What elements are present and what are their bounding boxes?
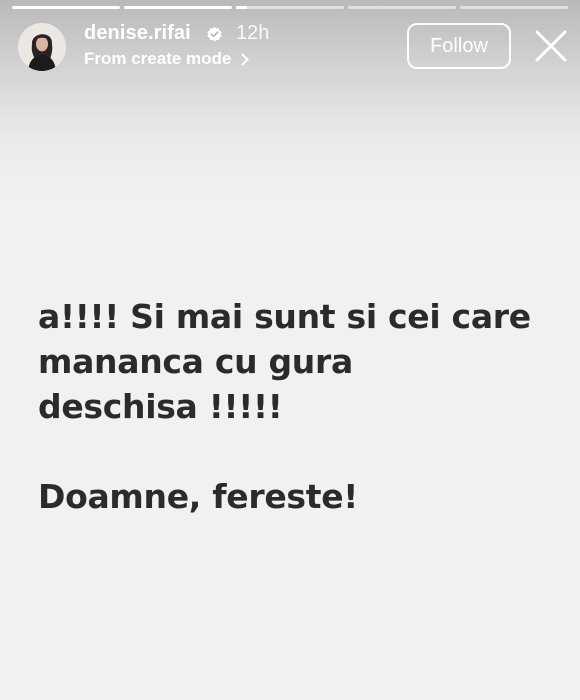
close-icon [535, 30, 567, 62]
progress-segment [460, 6, 568, 9]
progress-segment [12, 6, 120, 9]
progress-segment [124, 6, 232, 9]
create-mode-label: From create mode [84, 49, 232, 68]
story-line: deschisa !!!!! [38, 387, 283, 426]
avatar[interactable] [18, 23, 66, 71]
story-header: denise.rifai 12h From create mode Follow [18, 20, 567, 74]
follow-button[interactable]: Follow [407, 23, 511, 69]
progress-segment [348, 6, 456, 9]
progress-segment [236, 6, 344, 9]
story-progress-bar [12, 6, 568, 9]
post-time: 12h [236, 22, 270, 44]
verified-badge-icon [207, 26, 222, 42]
close-button[interactable] [534, 29, 568, 63]
story-text: a!!!! Si mai sunt si cei care mananca cu… [38, 294, 558, 519]
story-line: mananca cu gura [38, 342, 353, 381]
story-line: Doamne, fereste! [38, 477, 359, 516]
username[interactable]: denise.rifai [84, 22, 191, 45]
create-mode-link[interactable]: From create mode [84, 49, 250, 69]
story-view[interactable]: denise.rifai 12h From create mode Follow… [0, 0, 580, 700]
story-paragraph: Doamne, fereste! [38, 474, 558, 519]
story-paragraph: a!!!! Si mai sunt si cei care mananca cu… [38, 294, 558, 429]
story-line: a!!!! Si mai sunt si cei care [38, 297, 531, 336]
chevron-right-icon [236, 53, 250, 66]
